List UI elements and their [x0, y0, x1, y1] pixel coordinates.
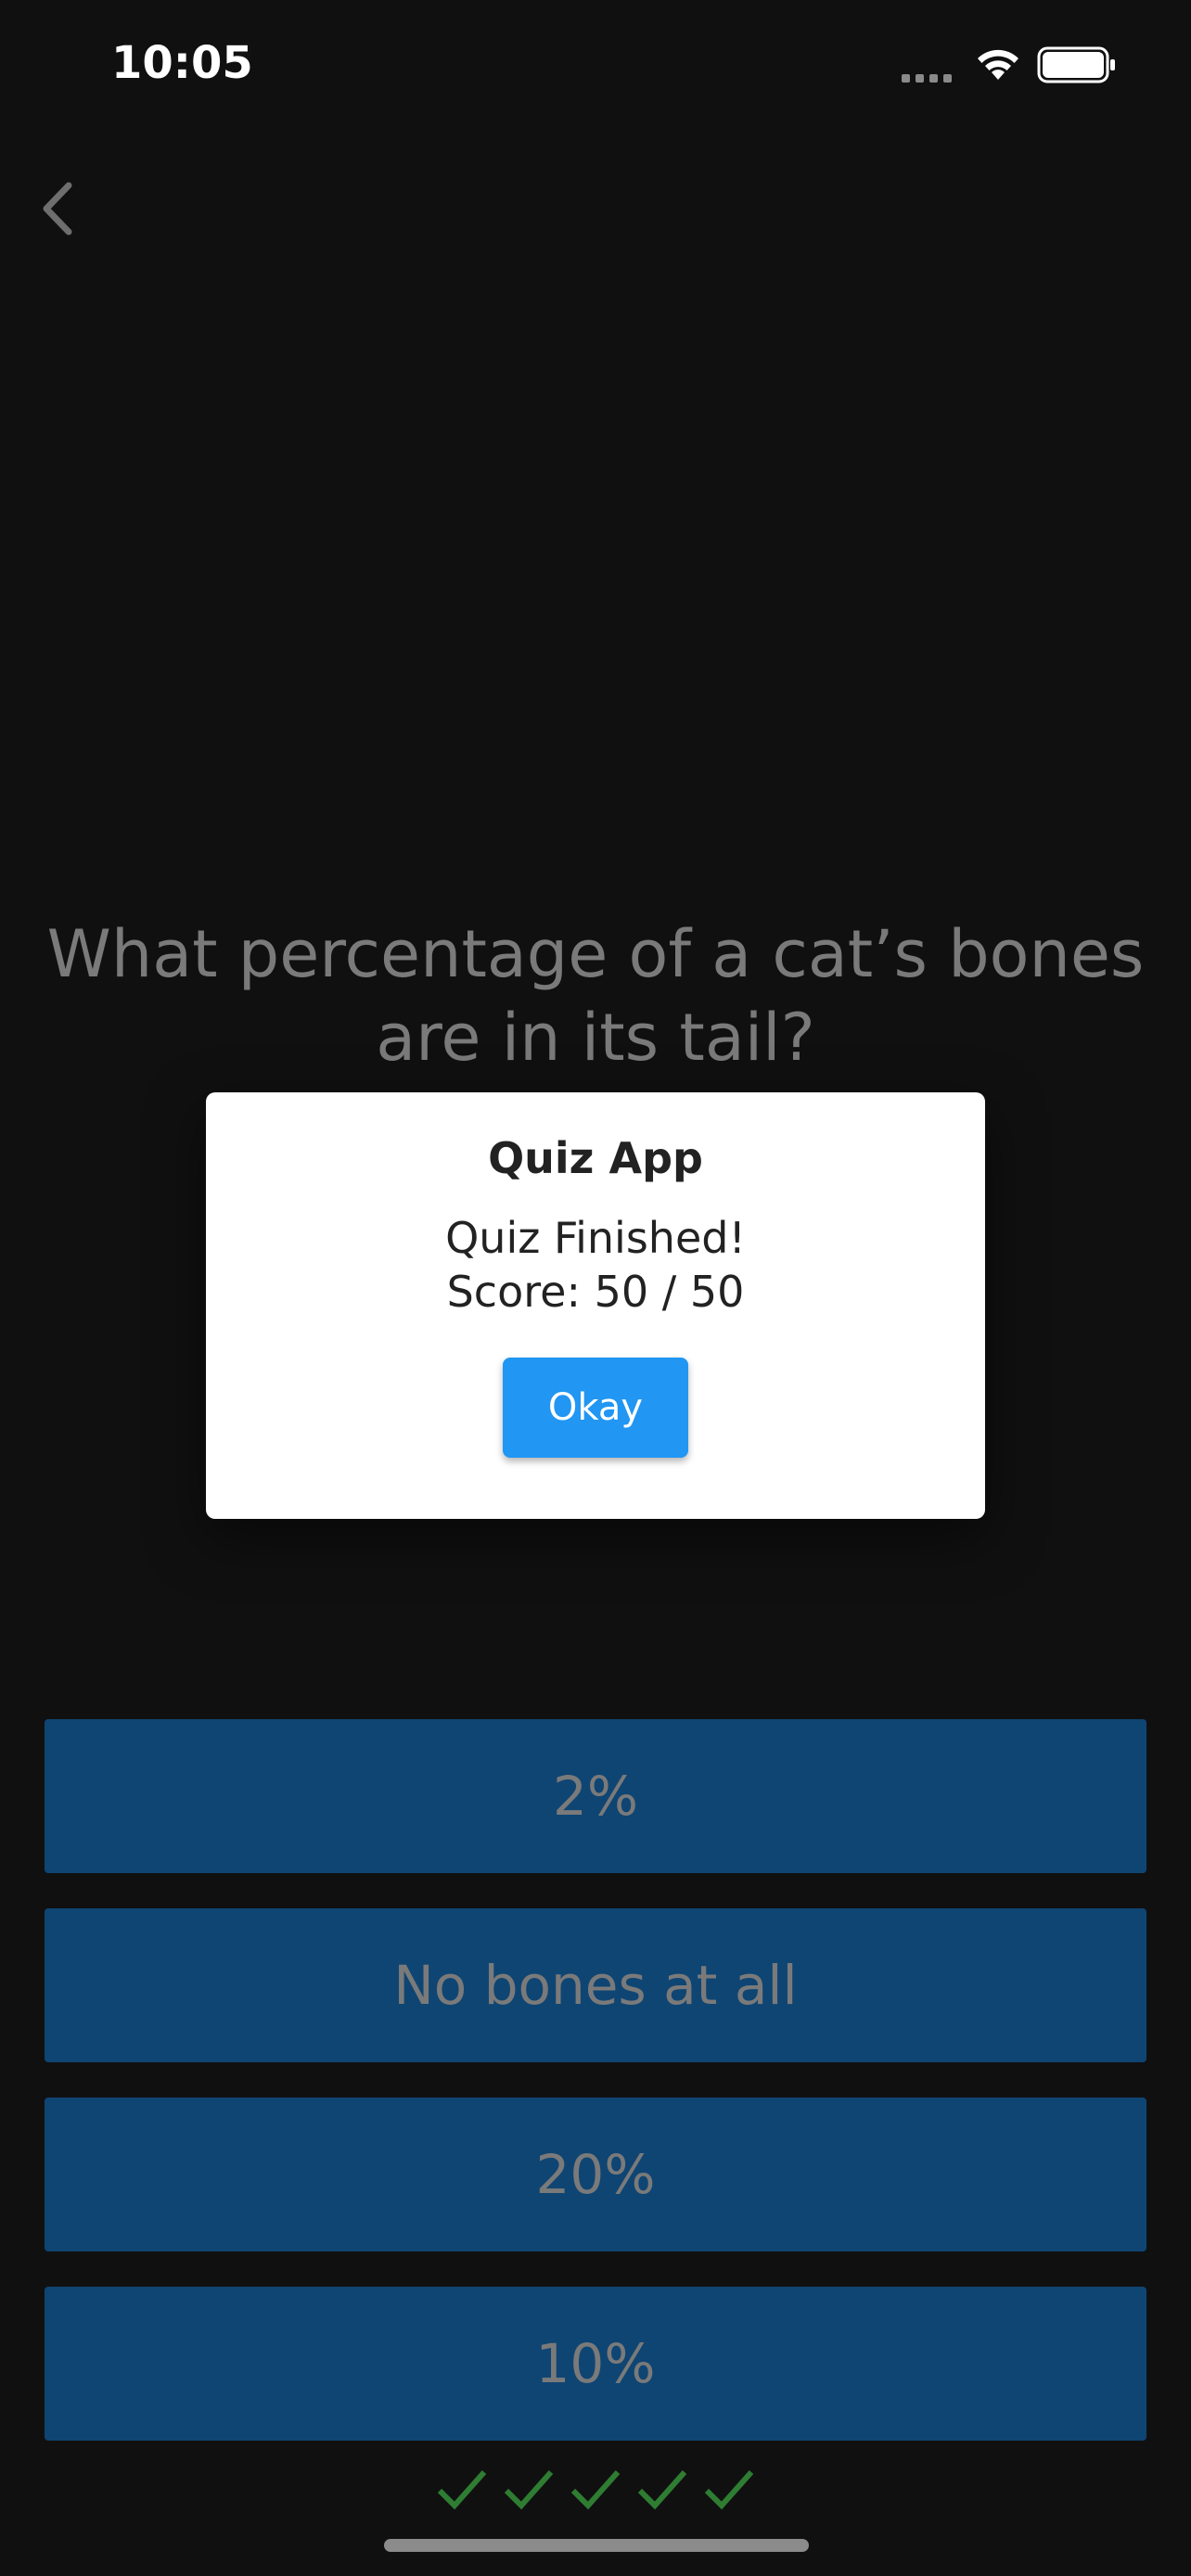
answer-button[interactable]: No bones at all: [45, 1908, 1146, 2062]
question-text: What percentage of a cat’s bones are in …: [46, 916, 1145, 1076]
dialog-message: Quiz Finished! Score: 50 / 50: [206, 1211, 985, 1319]
check-icon: [437, 2470, 487, 2510]
answer-button[interactable]: 10%: [45, 2287, 1146, 2441]
score-keeper: [434, 2467, 757, 2511]
check-icon: [570, 2470, 621, 2510]
home-indicator[interactable]: [384, 2539, 809, 2552]
dialog-title: Quiz App: [488, 1133, 703, 1183]
dialog-message-line: Quiz Finished!: [445, 1213, 746, 1263]
check-icon: [637, 2470, 687, 2510]
quiz-screen: 10:05 What percentage of a cat’s bones a…: [0, 0, 1191, 2576]
score-text: Score: 50 / 50: [446, 1267, 745, 1317]
wifi-icon: [978, 49, 1018, 80]
status-time: 10:05: [111, 37, 253, 89]
chevron-left-icon[interactable]: [35, 176, 82, 241]
cellular-signal-icon: [902, 74, 952, 83]
battery-icon: [1037, 46, 1115, 83]
quiz-finished-dialog: Quiz App Quiz Finished! Score: 50 / 50 O…: [206, 1092, 985, 1519]
okay-button[interactable]: Okay: [503, 1358, 688, 1458]
answer-list: 2% No bones at all 20% 10%: [45, 1719, 1146, 2476]
check-icon: [704, 2470, 754, 2510]
answer-button[interactable]: 20%: [45, 2098, 1146, 2251]
answer-button[interactable]: 2%: [45, 1719, 1146, 1873]
check-icon: [504, 2470, 554, 2510]
